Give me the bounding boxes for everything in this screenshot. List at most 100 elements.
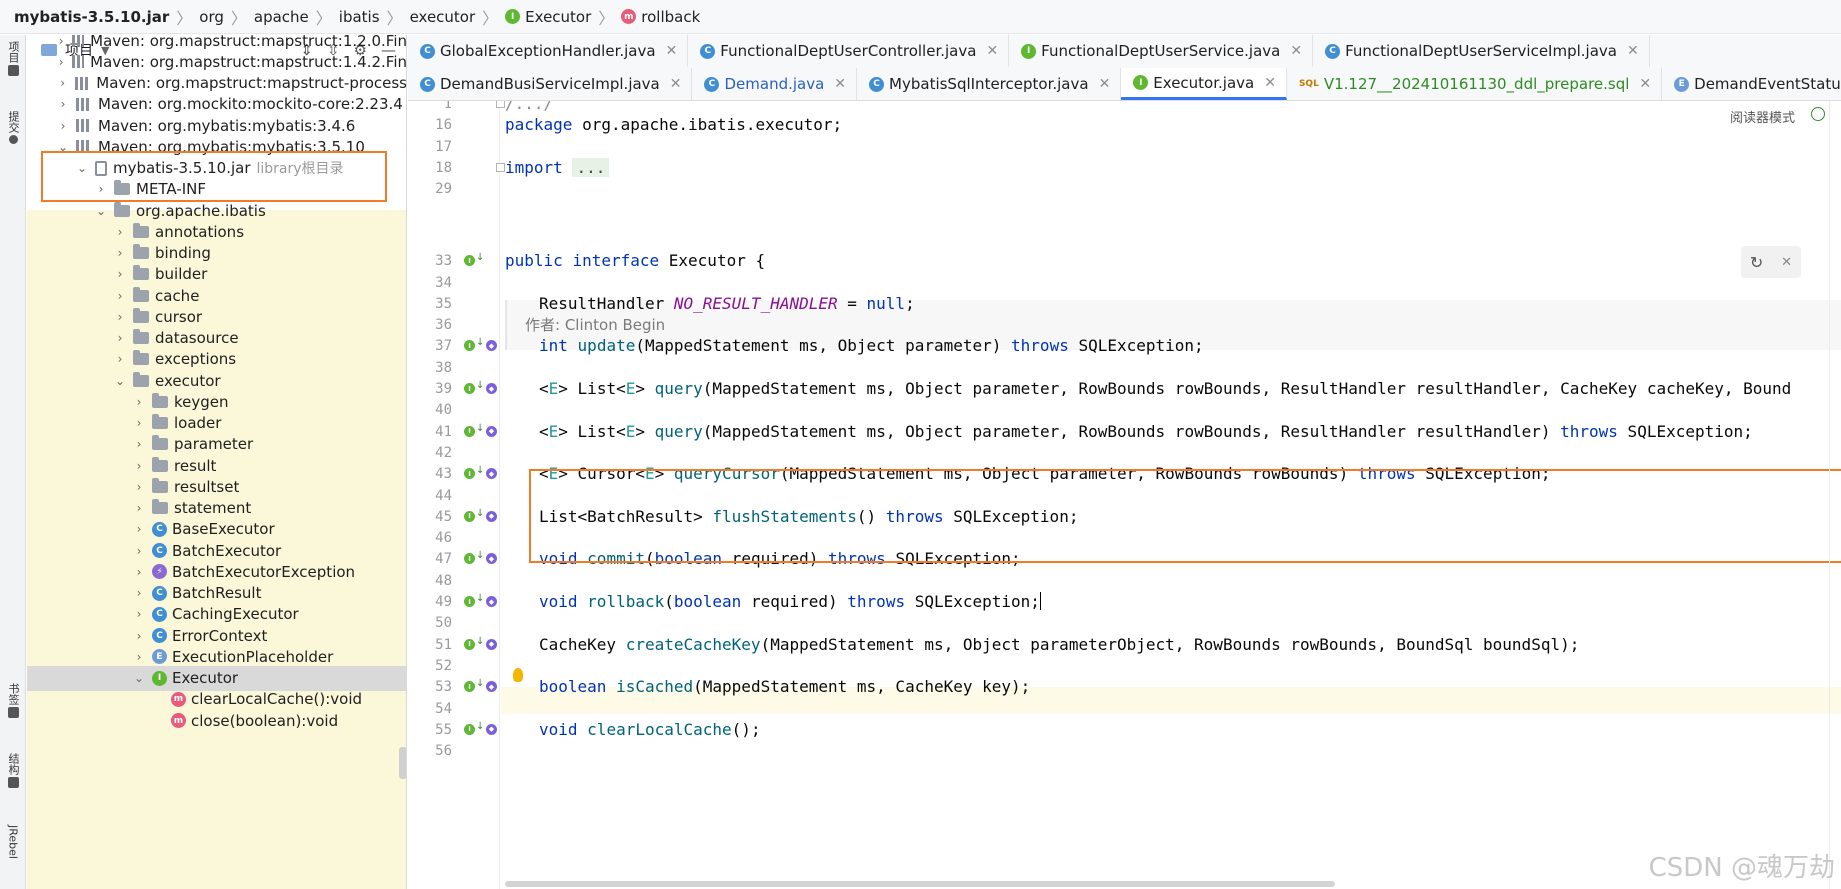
implementations-gutter-icon[interactable]: I <box>464 255 475 267</box>
close-icon[interactable]: ✕ <box>1290 43 1302 59</box>
editor-tab[interactable]: C MybatisSqlInterceptor.java ✕ <box>857 68 1122 100</box>
editor-tab[interactable]: I FunctionalDeptUserService.java ✕ <box>1009 35 1314 67</box>
breadcrumb-item-executor[interactable]: executor <box>410 8 476 26</box>
breadcrumb-item-executor-interface[interactable]: Executor <box>525 8 591 26</box>
plugin-interceptor-gutter-icon[interactable]: ◆ <box>486 723 497 735</box>
tree-item-label: BaseExecutor <box>172 520 275 539</box>
chevron-right-icon[interactable]: › <box>56 55 66 69</box>
implementations-gutter-icon[interactable]: I <box>464 553 475 565</box>
chevron-right-icon[interactable]: › <box>113 310 127 324</box>
close-icon[interactable]: ✕ <box>1627 43 1639 59</box>
editor-tab[interactable]: C DemandBusiServiceImpl.java ✕ <box>408 68 693 100</box>
breadcrumb-item-org[interactable]: org <box>199 8 224 26</box>
chevron-right-icon[interactable]: › <box>113 289 127 303</box>
editor-tab-label: MybatisSqlInterceptor.java <box>889 75 1089 93</box>
tree-item-label: BatchResult <box>172 584 262 602</box>
inspection-status-icon[interactable] <box>1811 107 1825 121</box>
close-icon[interactable]: ✕ <box>670 76 682 92</box>
strip-commit-button[interactable]: 提交 <box>3 111 23 144</box>
chevron-right-icon[interactable]: › <box>132 629 146 643</box>
chevron-right-icon[interactable]: › <box>113 246 127 260</box>
editor-tab[interactable]: SQL V1.127__202410161130_ddl_prepare.sql ✕ <box>1287 68 1663 100</box>
chevron-right-icon[interactable]: › <box>132 480 146 494</box>
chevron-right-icon[interactable]: › <box>132 395 146 409</box>
plugin-interceptor-gutter-icon[interactable]: ◆ <box>486 340 497 352</box>
reader-mode-toggle[interactable]: 阅读器模式 <box>1730 107 1795 126</box>
chevron-down-icon[interactable]: ⌄ <box>132 671 146 685</box>
breadcrumb-item-jar[interactable]: mybatis-3.5.10.jar <box>14 8 169 26</box>
chevron-right-icon[interactable]: › <box>132 501 146 515</box>
breadcrumb-item-rollback[interactable]: rollback <box>641 8 700 26</box>
chevron-right-icon[interactable]: › <box>56 76 69 90</box>
breadcrumb-item-apache[interactable]: apache <box>254 8 309 26</box>
chevron-right-icon[interactable]: › <box>132 459 146 473</box>
class-icon: C <box>152 606 167 622</box>
chevron-right-icon[interactable]: › <box>56 35 66 48</box>
chevron-right-icon[interactable]: › <box>132 650 146 664</box>
plugin-interceptor-gutter-icon[interactable]: ◆ <box>486 425 497 437</box>
close-icon[interactable]: ✕ <box>666 43 678 59</box>
plugin-interceptor-gutter-icon[interactable]: ◆ <box>486 510 497 522</box>
editor-tab[interactable]: C FunctionalDeptUserServiceImpl.java ✕ <box>1313 35 1650 67</box>
close-icon[interactable]: ✕ <box>986 43 998 59</box>
chevron-right-icon[interactable]: › <box>132 437 146 451</box>
close-icon[interactable]: ✕ <box>1264 75 1276 91</box>
code-editor[interactable]: 1 16 17 18 29 33 I ↓ 34 35 36 37 I ↓ ◆ 38 39 I ↓ ◆ 40 41 I ↓ ◆ 42… <box>408 101 1841 889</box>
fold-toggle-icon[interactable] <box>496 101 505 108</box>
chevron-right-icon[interactable]: › <box>132 416 146 430</box>
plugin-interceptor-gutter-icon[interactable]: ◆ <box>486 468 497 480</box>
tree-item[interactable]: m close(boolean):void <box>27 708 406 733</box>
plugin-interceptor-gutter-icon[interactable]: ◆ <box>486 383 497 394</box>
horizontal-scrollbar[interactable] <box>505 881 1335 887</box>
strip-structure-button[interactable]: 结构 <box>3 753 23 788</box>
implementations-gutter-icon[interactable]: I <box>464 468 475 480</box>
folder-icon <box>133 329 149 344</box>
implementations-gutter-icon[interactable]: I <box>464 681 475 693</box>
implementations-gutter-icon[interactable]: I <box>464 340 475 352</box>
chevron-right-icon[interactable]: › <box>132 565 146 579</box>
editor-tab[interactable]: I Executor.java ✕ <box>1121 68 1287 100</box>
implementations-gutter-icon[interactable]: I <box>464 510 475 522</box>
implementations-gutter-icon[interactable]: I <box>464 723 475 735</box>
plugin-interceptor-gutter-icon[interactable]: ◆ <box>486 638 497 650</box>
chevron-right-icon[interactable]: › <box>132 522 146 536</box>
strip-project-button[interactable]: 项目 <box>3 41 23 76</box>
code-line: int update(MappedStatement ms, Object pa… <box>539 336 1204 356</box>
implementations-gutter-icon[interactable]: I <box>464 383 475 394</box>
editor-tab[interactable]: EDemandEventStatus.java✕ <box>1662 68 1841 100</box>
editor-tab[interactable]: C Demand.java ✕ <box>692 68 858 100</box>
chevron-right-icon[interactable]: › <box>113 267 127 281</box>
chevron-right-icon[interactable]: › <box>113 352 127 366</box>
lightbulb-icon[interactable] <box>513 668 523 682</box>
fold-toggle-icon[interactable] <box>496 162 505 172</box>
reload-icon[interactable]: ↻ <box>1750 253 1763 272</box>
chevron-right-icon[interactable]: › <box>132 607 146 621</box>
chevron-down-icon[interactable]: ⌄ <box>113 374 127 388</box>
chevron-right-icon[interactable]: › <box>56 119 70 133</box>
close-icon[interactable]: ✕ <box>834 76 846 92</box>
close-icon[interactable]: ✕ <box>1639 76 1651 92</box>
plugin-interceptor-gutter-icon[interactable]: ◆ <box>486 553 497 565</box>
strip-bookmarks-button[interactable]: 书签 <box>3 683 23 718</box>
chevron-right-icon[interactable]: › <box>56 97 70 111</box>
implementations-gutter-icon[interactable]: I <box>464 596 475 607</box>
arrow-down-icon: ↓ <box>476 678 485 690</box>
strip-jrebel-button[interactable]: JRebel <box>3 825 23 859</box>
implementations-gutter-icon[interactable]: I <box>464 425 475 437</box>
chevron-right-icon[interactable]: › <box>132 586 146 600</box>
chevron-right-icon[interactable]: › <box>113 225 127 239</box>
editor-tab[interactable]: C GlobalExceptionHandler.java ✕ <box>408 35 689 67</box>
close-icon[interactable]: ✕ <box>1099 76 1111 92</box>
plugin-interceptor-gutter-icon[interactable]: ◆ <box>486 596 497 607</box>
chevron-right-icon[interactable]: › <box>113 331 127 345</box>
chevron-down-icon[interactable]: ⌄ <box>94 204 108 218</box>
vertical-scrollbar[interactable] <box>1829 101 1841 889</box>
implementations-gutter-icon[interactable]: I <box>464 638 475 650</box>
close-icon[interactable]: ✕ <box>1781 255 1792 270</box>
chevron-right-icon[interactable]: › <box>132 544 146 558</box>
project-scrollbar[interactable] <box>399 747 406 779</box>
breadcrumb-item-ibatis[interactable]: ibatis <box>339 8 380 26</box>
code-line: <E> List<E> query(MappedStatement ms, Ob… <box>539 421 1753 441</box>
editor-tab[interactable]: C FunctionalDeptUserController.java ✕ <box>688 35 1010 67</box>
plugin-interceptor-gutter-icon[interactable]: ◆ <box>486 681 497 693</box>
